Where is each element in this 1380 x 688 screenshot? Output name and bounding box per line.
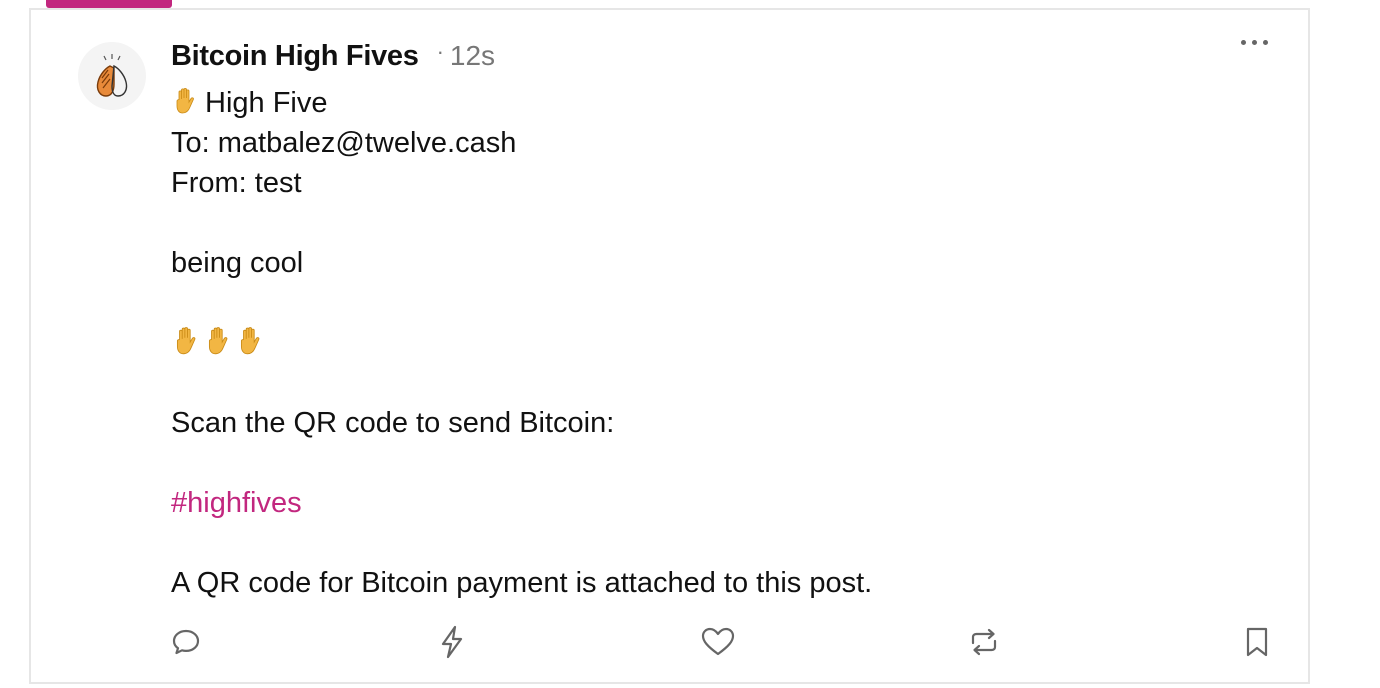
like-button[interactable] — [698, 620, 738, 664]
post-recipient: To: matbalez@twelve.cash — [171, 127, 517, 159]
raised-hand-icon — [208, 327, 228, 355]
zap-button[interactable] — [432, 620, 472, 664]
hands-emoji-row — [171, 324, 267, 364]
more-options-button[interactable] — [1232, 30, 1276, 54]
raised-hand-icon — [240, 327, 260, 355]
raised-hand-icon — [176, 87, 194, 114]
repost-button[interactable] — [964, 620, 1004, 664]
post-title-text: High Five — [205, 87, 328, 119]
zap-lightning-icon — [441, 625, 463, 659]
hashtag-link[interactable]: #highfives — [171, 483, 302, 523]
post-header: Bitcoin High Fives · 12s — [171, 36, 495, 76]
post-timestamp[interactable]: 12s — [450, 40, 495, 72]
more-horizontal-icon — [1240, 39, 1246, 45]
post-scan-instruction: Scan the QR code to send Bitcoin: — [171, 407, 615, 439]
separator-dot: · — [436, 39, 444, 64]
clapping-hands-icon — [96, 54, 128, 97]
post-attachment-note: A QR code for Bitcoin payment is attache… — [171, 567, 873, 599]
bookmark-button[interactable] — [1237, 620, 1277, 664]
repost-icon — [971, 628, 997, 656]
author-name[interactable]: Bitcoin High Fives — [171, 40, 419, 73]
post-title-line: High Five — [171, 83, 328, 123]
avatar[interactable] — [78, 42, 146, 110]
active-tab-indicator — [46, 0, 172, 8]
reply-button[interactable] — [166, 620, 206, 664]
heart-icon — [701, 627, 735, 656]
post-sender: From: test — [171, 167, 302, 199]
raised-hand-icon — [176, 327, 196, 355]
reply-bubble-icon — [172, 629, 200, 655]
post-message: being cool — [171, 247, 304, 279]
bookmark-icon — [1246, 627, 1268, 657]
